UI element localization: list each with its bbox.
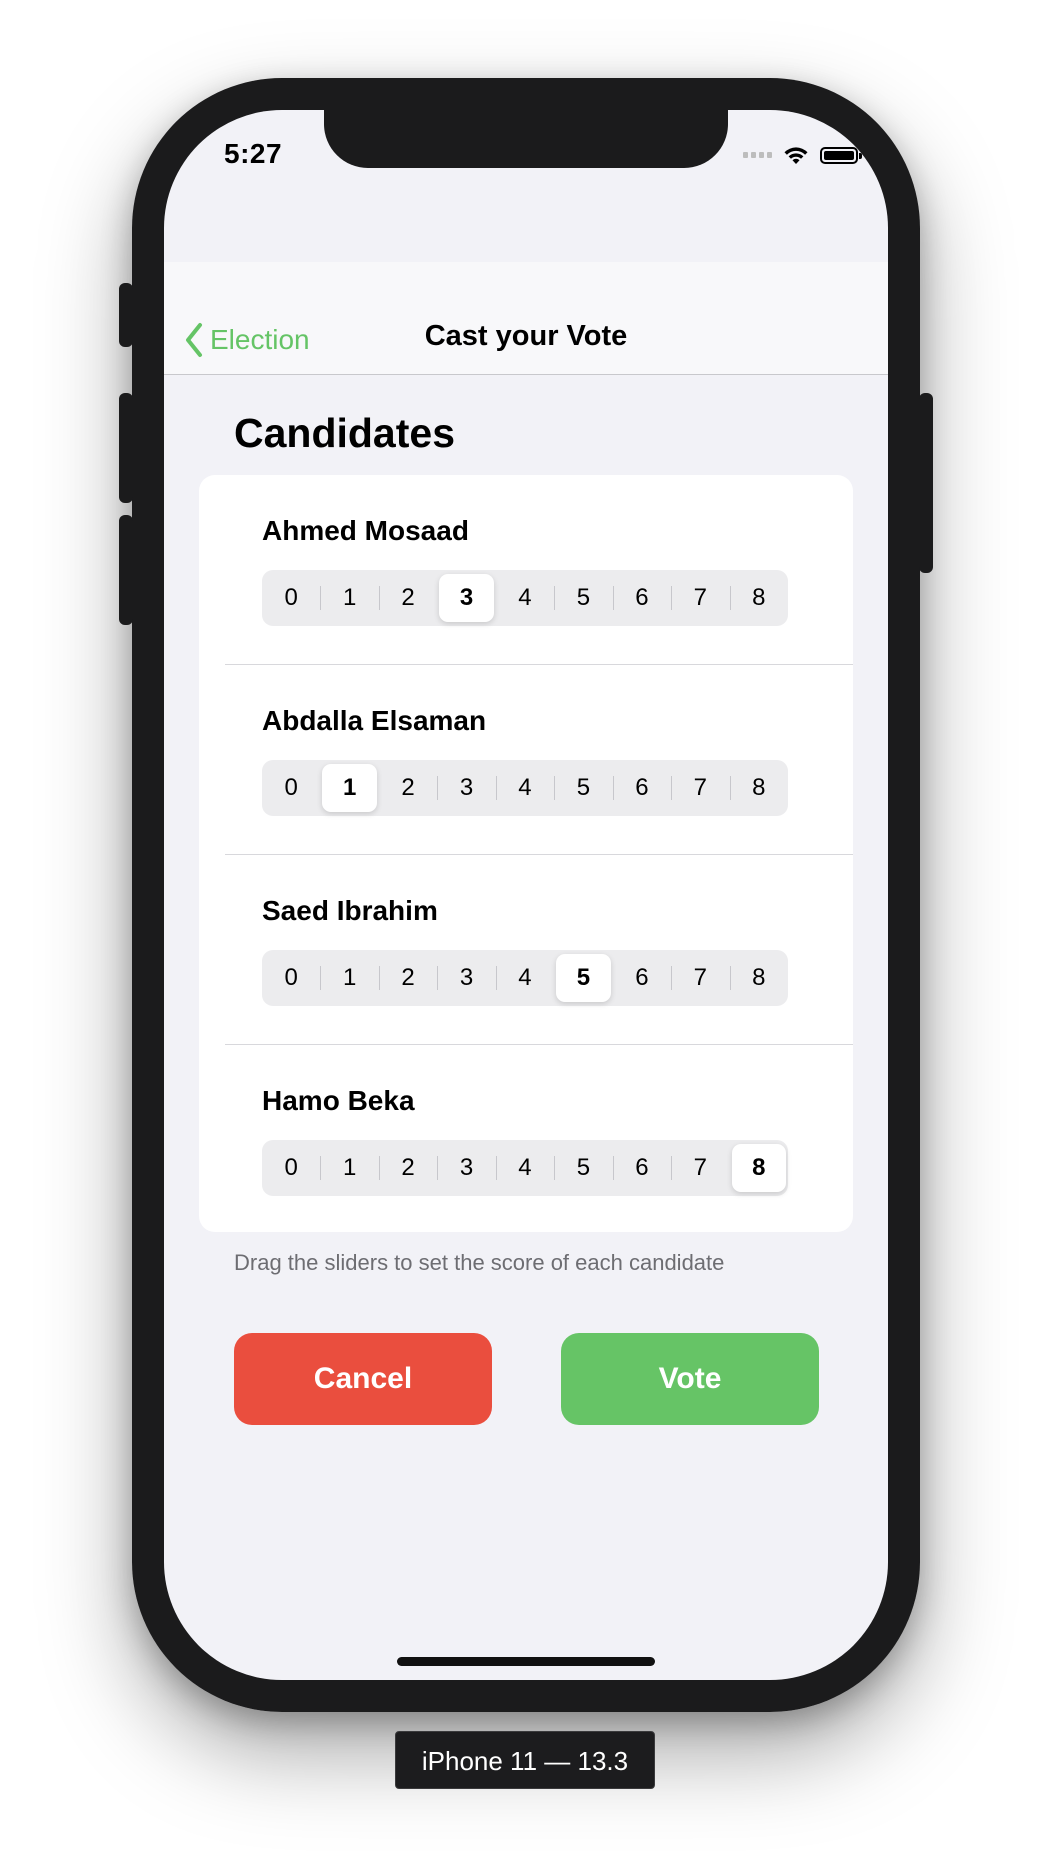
candidate-name: Abdalla Elsaman bbox=[262, 705, 487, 736]
power-button bbox=[919, 393, 933, 573]
notch bbox=[324, 110, 728, 168]
score-option-3[interactable]: 3 bbox=[439, 574, 494, 622]
section-title: Candidates bbox=[234, 410, 455, 456]
score-segmented-control[interactable]: 012345678 bbox=[262, 950, 788, 1006]
score-option-6[interactable]: 6 bbox=[613, 1140, 671, 1196]
score-segmented-control[interactable]: 012345678 bbox=[262, 570, 788, 626]
candidate-name: Saed Ibrahim bbox=[262, 895, 438, 926]
screen: 5:27 Election Cast your Vote Candidates … bbox=[164, 110, 888, 1680]
score-option-6[interactable]: 6 bbox=[613, 950, 671, 1006]
wifi-icon bbox=[784, 147, 808, 164]
vote-button[interactable]: Vote bbox=[561, 1333, 819, 1425]
score-option-4[interactable]: 4 bbox=[496, 1140, 554, 1196]
score-option-3[interactable]: 3 bbox=[437, 1140, 495, 1196]
score-option-3[interactable]: 3 bbox=[437, 950, 495, 1006]
device-label: iPhone 11 — 13.3 bbox=[395, 1731, 655, 1789]
score-option-7[interactable]: 7 bbox=[671, 950, 729, 1006]
candidate-row: Ahmed Mosaad 012345678 bbox=[199, 475, 853, 665]
score-option-2[interactable]: 2 bbox=[379, 1140, 437, 1196]
score-option-6[interactable]: 6 bbox=[613, 760, 671, 816]
score-segmented-control[interactable]: 012345678 bbox=[262, 760, 788, 816]
footer-note: Drag the sliders to set the score of eac… bbox=[234, 1250, 725, 1275]
score-option-0[interactable]: 0 bbox=[262, 950, 320, 1006]
score-option-2[interactable]: 2 bbox=[379, 570, 437, 626]
score-option-5[interactable]: 5 bbox=[554, 1140, 612, 1196]
candidate-name: Hamo Beka bbox=[262, 1085, 415, 1116]
page-title: Cast your Vote bbox=[424, 320, 628, 352]
score-segmented-control[interactable]: 012345678 bbox=[262, 1140, 788, 1196]
score-option-2[interactable]: 2 bbox=[379, 760, 437, 816]
volume-down-button bbox=[119, 515, 133, 625]
score-option-1[interactable]: 1 bbox=[320, 570, 378, 626]
candidate-row: Hamo Beka 012345678 bbox=[199, 1045, 853, 1232]
candidate-row: Saed Ibrahim 012345678 bbox=[199, 855, 853, 1045]
candidate-row: Abdalla Elsaman 012345678 bbox=[199, 665, 853, 855]
score-option-4[interactable]: 4 bbox=[496, 570, 554, 626]
score-option-1[interactable]: 1 bbox=[320, 950, 378, 1006]
score-option-5[interactable]: 5 bbox=[554, 570, 612, 626]
score-option-3[interactable]: 3 bbox=[437, 760, 495, 816]
score-option-0[interactable]: 0 bbox=[262, 570, 320, 626]
score-option-0[interactable]: 0 bbox=[262, 760, 320, 816]
cellular-signal-icon bbox=[743, 152, 772, 158]
score-option-2[interactable]: 2 bbox=[379, 950, 437, 1006]
score-option-8[interactable]: 8 bbox=[730, 950, 788, 1006]
score-option-7[interactable]: 7 bbox=[671, 570, 729, 626]
navigation-bar: Election Cast your Vote bbox=[164, 262, 888, 375]
status-icons bbox=[743, 144, 862, 166]
candidates-card: Ahmed Mosaad 012345678 Abdalla Elsaman 0… bbox=[199, 475, 853, 1232]
score-option-6[interactable]: 6 bbox=[613, 570, 671, 626]
score-option-0[interactable]: 0 bbox=[262, 1140, 320, 1196]
score-option-8[interactable]: 8 bbox=[730, 760, 788, 816]
battery-icon bbox=[820, 146, 862, 164]
score-option-7[interactable]: 7 bbox=[671, 760, 729, 816]
score-option-1[interactable]: 1 bbox=[320, 1140, 378, 1196]
score-option-5[interactable]: 5 bbox=[554, 760, 612, 816]
score-option-7[interactable]: 7 bbox=[671, 1140, 729, 1196]
home-indicator bbox=[397, 1657, 655, 1666]
score-option-8[interactable]: 8 bbox=[730, 570, 788, 626]
score-option-8[interactable]: 8 bbox=[731, 1144, 786, 1192]
score-option-1[interactable]: 1 bbox=[322, 764, 377, 812]
cancel-button[interactable]: Cancel bbox=[234, 1333, 492, 1425]
candidate-name: Ahmed Mosaad bbox=[262, 515, 469, 546]
score-option-5[interactable]: 5 bbox=[556, 954, 611, 1002]
status-time: 5:27 bbox=[224, 138, 283, 169]
score-option-4[interactable]: 4 bbox=[496, 760, 554, 816]
score-option-4[interactable]: 4 bbox=[496, 950, 554, 1006]
volume-up-button bbox=[119, 393, 133, 503]
silent-switch bbox=[119, 283, 133, 347]
